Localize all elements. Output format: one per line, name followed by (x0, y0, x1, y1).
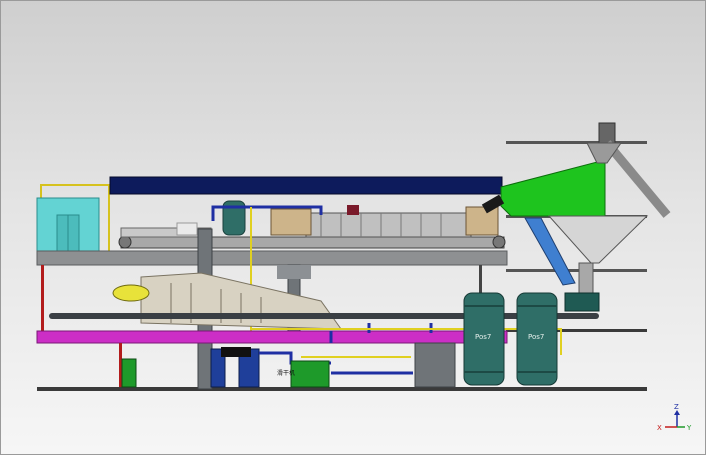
tank-label-right: Pos7 (528, 333, 544, 341)
right-mid-beam (506, 269, 647, 272)
floor-line (37, 387, 647, 391)
yellow-motor (112, 284, 150, 302)
control-box-label: 滑干机 (277, 369, 295, 377)
green-cabinet (121, 358, 137, 388)
main-platform (36, 250, 508, 266)
dryer-body (305, 212, 472, 238)
feeder-unit (176, 222, 198, 236)
green-tank-box (290, 360, 330, 388)
cad-viewport[interactable]: 滑干机 Pos7 Pos7 Z X Y (0, 0, 706, 455)
feeder-box (564, 292, 600, 312)
belt-conveyor (120, 236, 505, 249)
green-hopper (500, 160, 606, 217)
magenta-beam (36, 330, 508, 344)
axis-triad: Z X Y (657, 403, 692, 432)
left-support-red (41, 265, 44, 331)
axis-x-label: X (657, 424, 662, 432)
tank-label-left: Pos7 (475, 333, 491, 341)
drive-box (270, 208, 312, 236)
axis-y-label: Y (686, 424, 692, 432)
gray-cabinet (414, 342, 456, 388)
cone-hopper (547, 215, 649, 264)
machine-elevation-drawing: 滑干机 Pos7 Pos7 Z X Y (36, 122, 692, 432)
valve-red (347, 205, 359, 215)
top-valve (598, 122, 616, 144)
discharge-box (465, 206, 499, 236)
incline-conveyor (603, 140, 671, 218)
right-top-beam (506, 141, 647, 144)
axis-z-label: Z (674, 403, 679, 411)
roof-canopy (109, 176, 503, 195)
